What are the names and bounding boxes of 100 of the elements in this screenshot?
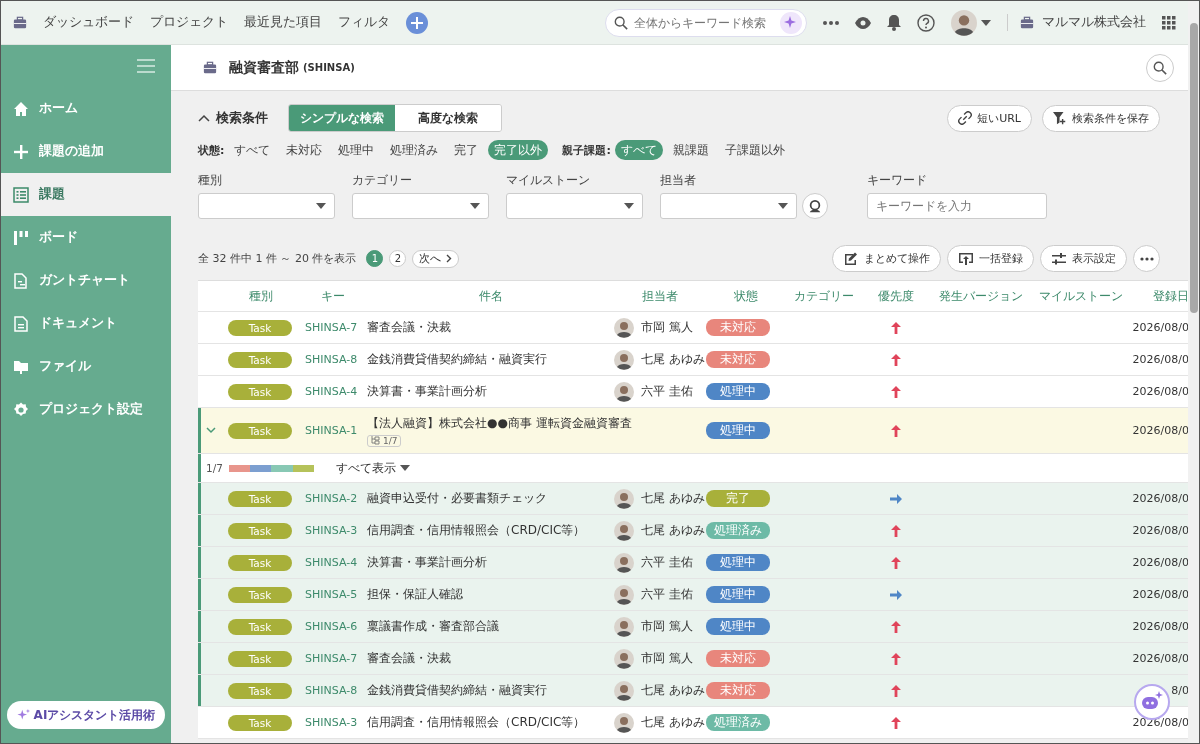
issue-key[interactable]: SHINSA-7 bbox=[299, 652, 367, 665]
search-button[interactable] bbox=[1146, 53, 1174, 82]
column-header[interactable]: 担当者 bbox=[614, 287, 706, 305]
nav-link[interactable]: プロジェクト bbox=[150, 14, 228, 31]
status-filter[interactable]: すべて bbox=[228, 140, 277, 160]
issue-row[interactable]: Task SHINSA-5 担保・保証人確認 六平 圭佑 処理中 2026/08/0 bbox=[198, 579, 1188, 611]
status-tag: 処理済み bbox=[706, 522, 770, 539]
bell-icon[interactable] bbox=[887, 14, 901, 31]
add-button[interactable] bbox=[406, 11, 428, 34]
help-icon[interactable] bbox=[917, 13, 935, 32]
column-header[interactable]: キー bbox=[299, 287, 367, 305]
filter-label: 親子課題: bbox=[562, 142, 611, 158]
list-icon bbox=[13, 186, 29, 203]
project-name: 融資審査部 bbox=[229, 58, 299, 77]
search-icon bbox=[1153, 60, 1167, 75]
toolbar-button[interactable]: まとめて操作 bbox=[832, 245, 941, 272]
arrow-up-icon bbox=[891, 620, 901, 633]
avatar-icon bbox=[614, 552, 634, 573]
issue-key[interactable]: SHINSA-8 bbox=[299, 353, 367, 366]
global-search-field[interactable]: 全体からキーワード検索 bbox=[605, 8, 807, 37]
issue-key[interactable]: SHINSA-2 bbox=[299, 492, 367, 505]
issue-row[interactable]: Task SHINSA-8 金銭消費貸借契約締結・融資実行 七尾 あゆみ 未対応 8/0 bbox=[198, 675, 1188, 707]
column-header[interactable]: 件名 bbox=[367, 287, 614, 305]
issue-key[interactable]: SHINSA-1 bbox=[299, 424, 367, 437]
parent-filter[interactable]: 子課題以外 bbox=[718, 140, 791, 160]
ai-assistant-button[interactable]: AIアシスタント活用術 bbox=[7, 701, 165, 729]
parent-issue-row[interactable]: Task SHINSA-1 【法人融資】株式会社●●商事 運転資金融資審査 1/7 処理中 2026/08/0 bbox=[198, 408, 1188, 454]
toolbar-button[interactable]: 表示設定 bbox=[1040, 245, 1127, 272]
column-header[interactable]: 発生バージョン bbox=[931, 287, 1031, 305]
status-filter[interactable]: 処理済み bbox=[384, 140, 445, 160]
issue-row[interactable]: Task SHINSA-6 稟議書作成・審査部合議 市岡 篤人 処理中 2026/08/0 bbox=[198, 611, 1188, 643]
issue-key[interactable]: SHINSA-6 bbox=[299, 620, 367, 633]
search-mode-tab[interactable]: 高度な検索 bbox=[395, 105, 501, 131]
next-page-button[interactable]: 次へ bbox=[412, 249, 460, 268]
field-label: 担当者 bbox=[660, 173, 697, 188]
column-header[interactable]: 種別 bbox=[223, 287, 299, 305]
avatar-icon bbox=[614, 520, 634, 541]
plus-icon bbox=[411, 16, 423, 29]
date-text: 2026/08/0 bbox=[1132, 524, 1189, 537]
issue-row[interactable]: Task SHINSA-7 審査会議・決裁 市岡 篤人 未対応 2026/08/0 bbox=[198, 643, 1188, 675]
column-header[interactable]: 登録日 bbox=[1153, 287, 1189, 305]
assignee-name: 市岡 篤人 bbox=[641, 319, 693, 336]
nav-link[interactable]: フィルタ bbox=[338, 14, 390, 31]
issue-row[interactable]: Task SHINSA-2 融資申込受付・必要書類チェック 七尾 あゆみ 完了 2026/08/0 bbox=[198, 483, 1188, 515]
save-filter-button[interactable]: 検索条件を保存 bbox=[1042, 104, 1160, 132]
apps-grid-icon[interactable] bbox=[1162, 15, 1176, 30]
type-tag: Task bbox=[228, 522, 292, 539]
issue-title: 決算書・事業計画分析 bbox=[367, 554, 488, 571]
field-label: マイルストーン bbox=[506, 173, 591, 188]
status-filter[interactable]: 完了 bbox=[448, 140, 485, 160]
assignee-name: 六平 圭佑 bbox=[641, 383, 693, 400]
keyword-field[interactable]: キーワードを入力 bbox=[867, 193, 1047, 219]
scrollbar[interactable] bbox=[1188, 1, 1199, 743]
briefcase-icon bbox=[1020, 15, 1034, 30]
column-header[interactable]: マイルストーン bbox=[1031, 287, 1131, 305]
sidebar-item[interactable]: 課題 bbox=[1, 173, 171, 216]
select-field[interactable] bbox=[660, 193, 797, 219]
column-header[interactable]: 優先度 bbox=[861, 287, 931, 305]
issue-row[interactable]: Task SHINSA-4 決算書・事業計画分析 六平 圭佑 処理中 2026/08/0 bbox=[198, 547, 1188, 579]
gear-icon bbox=[13, 401, 29, 418]
status-filter[interactable]: 処理中 bbox=[332, 140, 381, 160]
assignee-name: 市岡 篤人 bbox=[641, 618, 693, 635]
issue-key[interactable]: SHINSA-8 bbox=[299, 684, 367, 697]
date-text: 2026/08/0 bbox=[1132, 492, 1189, 505]
search-conditions-toggle[interactable]: 検索条件 bbox=[198, 109, 268, 127]
select-field[interactable] bbox=[352, 193, 489, 219]
search-input[interactable]: 全体からキーワード検索 bbox=[632, 14, 776, 31]
company-name[interactable]: マルマル株式会社 bbox=[1042, 14, 1146, 31]
issue-key[interactable]: SHINSA-4 bbox=[299, 556, 367, 569]
sparkle-icon[interactable] bbox=[780, 11, 802, 34]
issue-row[interactable]: Task SHINSA-3 信用調査・信用情報照会（CRD/CIC等） 七尾 あゆみ 処理済み 2026/08/0 bbox=[198, 515, 1188, 547]
status-filter[interactable]: 未対応 bbox=[280, 140, 329, 160]
select-field[interactable] bbox=[198, 193, 335, 219]
eye-icon[interactable] bbox=[855, 16, 871, 29]
more-button[interactable] bbox=[1133, 245, 1160, 272]
parent-filter[interactable]: 親課題 bbox=[666, 140, 715, 160]
select-field[interactable] bbox=[506, 193, 643, 219]
date-text: 2026/08/0 bbox=[1132, 424, 1189, 437]
issue-key[interactable]: SHINSA-4 bbox=[299, 385, 367, 398]
upload-icon bbox=[958, 250, 974, 267]
column-header[interactable]: カテゴリー bbox=[786, 287, 861, 305]
more-icon[interactable] bbox=[823, 20, 839, 25]
person-button[interactable] bbox=[802, 193, 828, 219]
toolbar-button[interactable]: 一括登録 bbox=[947, 245, 1034, 272]
issue-key[interactable]: SHINSA-3 bbox=[299, 524, 367, 537]
nav-link[interactable]: 最近見た項目 bbox=[244, 14, 322, 31]
issue-key[interactable]: SHINSA-7 bbox=[299, 321, 367, 334]
field-label: 種別 bbox=[198, 173, 223, 188]
document-icon bbox=[13, 315, 29, 332]
column-header[interactable]: 状態 bbox=[706, 287, 786, 305]
type-tag: Task bbox=[228, 586, 292, 603]
issue-key[interactable]: SHINSA-5 bbox=[299, 588, 367, 601]
show-all-button[interactable]: すべて表示 bbox=[329, 458, 416, 478]
chevron-icon[interactable] bbox=[205, 427, 216, 434]
issue-key[interactable]: SHINSA-3 bbox=[299, 716, 367, 729]
user-avatar[interactable] bbox=[951, 9, 977, 36]
nav-link[interactable]: ダッシュボード bbox=[43, 14, 134, 31]
page-number[interactable]: 2 bbox=[389, 250, 407, 267]
short-url-button[interactable]: 短いURL bbox=[947, 104, 1032, 132]
home-icon bbox=[13, 100, 29, 117]
